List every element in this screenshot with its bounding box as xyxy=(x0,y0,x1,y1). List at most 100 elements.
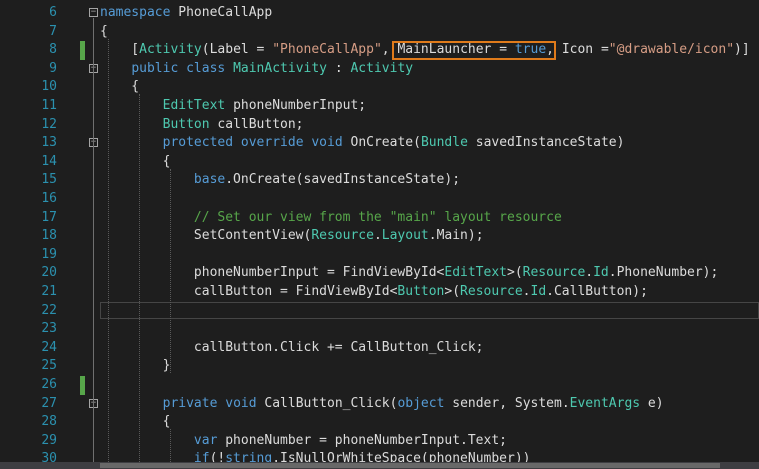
code-text: Button callButton; xyxy=(100,116,304,135)
code-line[interactable]: 26 xyxy=(0,376,759,395)
code-editor[interactable]: 6namespace PhoneCallApp7{8 [Activity(Lab… xyxy=(0,0,759,469)
code-token: Resource xyxy=(460,284,523,299)
highlight-box xyxy=(392,41,556,61)
code-line[interactable]: 14 { xyxy=(0,153,759,172)
code-token: .Main); xyxy=(428,228,484,244)
line-number: 10 xyxy=(41,79,57,95)
fold-region-line xyxy=(93,148,94,372)
code-token: .PhoneNumber); xyxy=(608,265,719,281)
code-token: Resource xyxy=(522,265,586,281)
code-token: override xyxy=(240,135,304,151)
code-line[interactable]: 20 phoneNumberInput = FindViewById<EditT… xyxy=(0,264,759,283)
code-token: base xyxy=(193,172,226,188)
scrollbar-thumb[interactable] xyxy=(100,463,720,468)
code-token: SetContentView( xyxy=(100,228,312,244)
code-token: EditText xyxy=(162,98,226,113)
code-token: : xyxy=(327,60,351,76)
code-line[interactable]: 10 { xyxy=(0,78,759,97)
code-token: Activity xyxy=(350,60,414,76)
code-line[interactable]: 17 // Set our view from the "main" layou… xyxy=(0,209,759,228)
code-line[interactable]: 21 callButton = FindViewById<Button>(Res… xyxy=(0,283,759,302)
code-line[interactable]: 22 xyxy=(0,301,759,321)
code-token: class xyxy=(186,60,226,76)
code-line[interactable]: 27 private void CallButton_Click(object … xyxy=(0,395,759,414)
code-line[interactable]: 29 var phoneNumber = phoneNumberInput.Te… xyxy=(0,432,759,451)
code-token: MainActivity xyxy=(233,60,327,76)
line-number: 11 xyxy=(41,98,57,113)
code-token: phoneNumberInput; xyxy=(225,98,367,113)
code-token: . xyxy=(585,265,594,281)
code-token: savedInstanceState) xyxy=(467,135,625,151)
code-token: // Set our view from the "main" layout r… xyxy=(193,209,562,225)
code-text: phoneNumberInput = FindViewById<EditText… xyxy=(100,264,718,283)
code-token: (Label = xyxy=(201,42,273,58)
code-line[interactable]: 13 protected override void OnCreate(Bund… xyxy=(0,134,759,153)
line-number: 27 xyxy=(41,395,57,411)
code-token: "PhoneCallApp" xyxy=(272,42,382,58)
code-line[interactable]: 16 xyxy=(0,190,759,209)
line-number: 24 xyxy=(41,339,57,355)
code-text: var phoneNumber = phoneNumberInput.Text; xyxy=(100,432,507,451)
line-number: 6 xyxy=(49,5,57,20)
code-token: } xyxy=(100,358,171,374)
code-line[interactable]: 15 base.OnCreate(savedInstanceState); xyxy=(0,171,759,190)
code-token: . xyxy=(522,284,531,299)
code-token: callButton.Click += CallButton_Click; xyxy=(100,339,484,355)
line-number: 26 xyxy=(41,377,57,392)
code-line[interactable]: 19 xyxy=(0,246,759,265)
code-token: CallButton_Click( xyxy=(256,395,398,411)
current-line-highlight xyxy=(100,301,759,319)
collapse-icon[interactable] xyxy=(89,8,98,17)
code-token: Button xyxy=(162,116,210,132)
indent-guide xyxy=(170,429,171,467)
code-line[interactable]: 23 xyxy=(0,320,759,339)
code-line[interactable]: 18 SetContentView(Resource.Layout.Main); xyxy=(0,227,759,246)
code-text: SetContentView(Resource.Layout.Main); xyxy=(100,227,484,246)
horizontal-scrollbar[interactable] xyxy=(0,462,759,469)
code-token: void xyxy=(225,395,257,411)
code-token: EventArgs xyxy=(569,395,641,411)
code-token: Bundle xyxy=(420,135,468,151)
code-line[interactable]: 28 { xyxy=(0,413,759,432)
code-line[interactable]: 9 public class MainActivity : Activity xyxy=(0,60,759,79)
line-number: 15 xyxy=(41,172,57,188)
code-token: { xyxy=(100,414,171,430)
code-line[interactable]: 8 [Activity(Label = "PhoneCallApp", Main… xyxy=(0,41,759,61)
code-line[interactable]: 25 } xyxy=(0,357,759,376)
code-text: callButton = FindViewById<Button>(Resour… xyxy=(100,283,648,302)
code-text: public class MainActivity : Activity xyxy=(100,60,413,79)
line-number: 8 xyxy=(49,42,57,58)
change-marker xyxy=(80,41,85,60)
code-text: protected override void OnCreate(Bundle … xyxy=(100,134,625,153)
code-token: public xyxy=(131,60,179,76)
line-number: 9 xyxy=(49,60,57,76)
code-text: { xyxy=(100,23,108,42)
code-line[interactable]: 11 EditText phoneNumberInput; xyxy=(0,97,759,116)
code-line[interactable]: 7{ xyxy=(0,23,759,42)
code-token: { xyxy=(100,153,171,169)
code-token: Activity xyxy=(139,42,202,58)
code-line[interactable]: 24 callButton.Click += CallButton_Click; xyxy=(0,339,759,358)
line-number: 16 xyxy=(41,191,57,206)
code-line[interactable]: 12 Button callButton; xyxy=(0,116,759,135)
code-token: [ xyxy=(100,42,140,58)
code-token: void xyxy=(311,135,343,151)
code-token: .OnCreate(savedInstanceState); xyxy=(225,172,461,188)
code-token: callButton = FindViewById< xyxy=(100,284,398,299)
line-number: 20 xyxy=(41,265,57,281)
code-text: private void CallButton_Click(object sen… xyxy=(100,395,664,414)
code-token: phoneNumberInput = FindViewById< xyxy=(100,265,445,281)
indent-guide xyxy=(108,38,109,467)
code-line[interactable]: 6 namespace PhoneCallApp xyxy=(0,4,759,23)
code-token: private xyxy=(162,395,218,411)
code-text: { xyxy=(100,78,139,97)
line-number: 29 xyxy=(41,432,57,448)
